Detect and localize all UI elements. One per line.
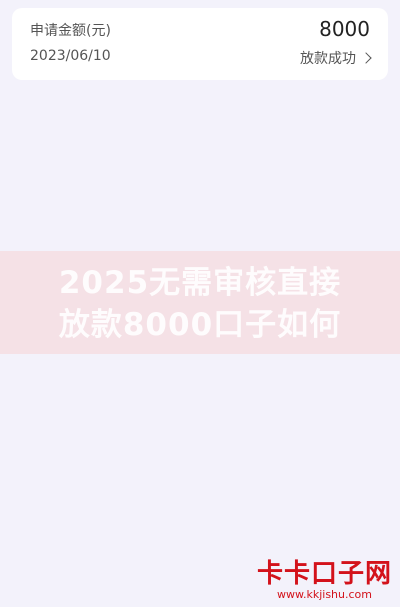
logo-text: 卡卡口子网 bbox=[256, 559, 392, 589]
logo-url: www.kkjishu.com bbox=[276, 588, 372, 601]
amount-label: 申请金额(元) bbox=[30, 23, 111, 39]
watermark-line-1: 2025无需审核直接 bbox=[58, 265, 342, 301]
loan-record-card[interactable]: 申请金额(元) 8000 2023/06/10 放款成功 bbox=[12, 8, 388, 80]
status-text: 放款成功 bbox=[300, 51, 356, 67]
site-logo: 卡卡口子网 www.kkjishu.com bbox=[257, 553, 392, 601]
application-date: 2023/06/10 bbox=[30, 48, 111, 64]
watermark-line-2: 放款8000口子如何 bbox=[58, 307, 342, 343]
loan-amount: 8000 bbox=[319, 17, 370, 41]
status-link[interactable]: 放款成功 bbox=[300, 48, 372, 68]
chevron-right-icon bbox=[360, 52, 372, 64]
